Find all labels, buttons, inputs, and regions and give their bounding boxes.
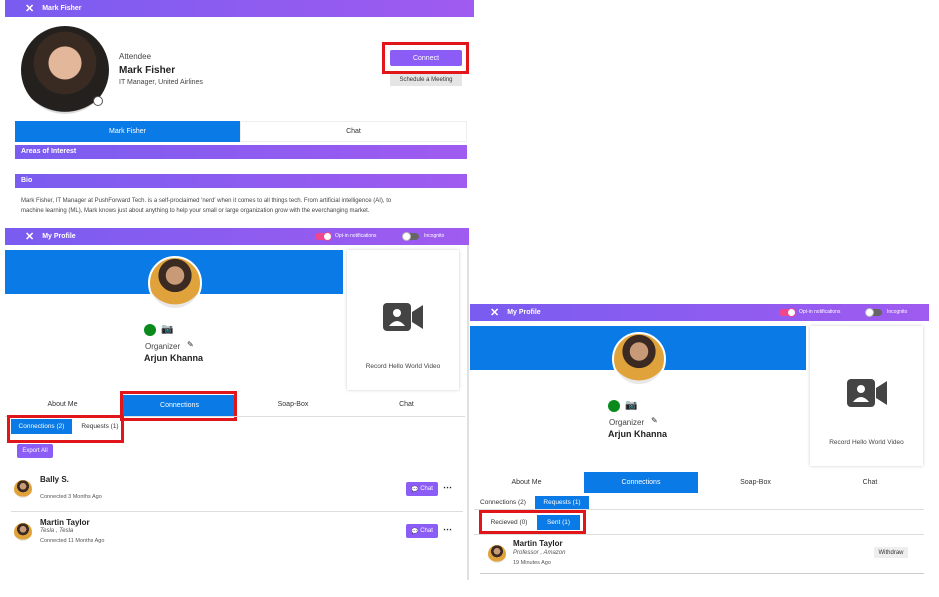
connection-detail: Tesla , Tesla — [40, 528, 74, 534]
profile-role: Organizer — [609, 418, 645, 427]
request-time: 19 Minutes Ago — [513, 560, 551, 566]
profile-right-header: ✕ My Profile — [470, 304, 929, 321]
video-card[interactable]: Record Hello World Video — [810, 326, 923, 466]
attendee-header-title: Mark Fisher — [42, 5, 82, 12]
connection-time: Connected 11 Months Ago — [40, 538, 105, 544]
connection-name: Bally S. — [40, 475, 69, 484]
tab-mark-fisher[interactable]: Mark Fisher — [15, 121, 240, 142]
avatar — [14, 480, 32, 498]
areas-of-interest-label: Areas of Interest — [21, 148, 77, 155]
withdraw-button[interactable]: Withdraw — [874, 547, 908, 558]
chat-button[interactable]: 💬 Chat — [406, 482, 438, 496]
profile-role: Organizer — [145, 342, 181, 351]
attendee-name: Mark Fisher — [119, 65, 176, 76]
profile-name: Arjun Khanna — [144, 353, 204, 363]
connection-name: Martin Taylor — [40, 518, 90, 527]
profile-name: Arjun Khanna — [608, 429, 668, 439]
optin-label: Opt-in notifications — [335, 233, 377, 239]
camera-icon[interactable]: 📷 — [161, 324, 173, 335]
video-card[interactable]: Record Hello World Video — [347, 250, 459, 390]
tab-soap-box[interactable]: Soap-Box — [237, 395, 349, 413]
camera-icon[interactable]: 📷 — [625, 400, 637, 411]
row-divider — [480, 573, 924, 574]
bio-bar: Bio — [15, 174, 467, 188]
video-label: Record Hello World Video — [365, 363, 441, 370]
highlight-subtabs — [7, 415, 124, 443]
avatar — [14, 523, 32, 541]
highlight-req-tabs — [479, 510, 586, 534]
more-icon[interactable]: ⋯ — [443, 524, 453, 535]
avatar — [488, 545, 506, 563]
chat-button[interactable]: 💬 Chat — [406, 524, 438, 538]
incognito-toggle[interactable] — [402, 232, 419, 241]
request-name: Martin Taylor — [513, 539, 563, 548]
subtab-connections[interactable]: Connections (2) — [474, 496, 532, 509]
tab-connections[interactable]: Connections — [584, 472, 698, 493]
row-divider — [11, 511, 463, 512]
req-tab-underline — [474, 534, 924, 535]
online-dot — [144, 324, 156, 336]
tab-about-me[interactable]: About Me — [5, 395, 120, 413]
edit-icon[interactable]: ✎ — [187, 340, 194, 349]
close-icon[interactable]: ✕ — [25, 230, 34, 243]
tab-chat[interactable]: Chat — [813, 472, 927, 493]
tab-about-me[interactable]: About Me — [470, 472, 583, 493]
attendee-header: ✕ Mark Fisher — [5, 0, 474, 17]
optin-label: Opt-in notifications — [799, 309, 841, 315]
export-all-button[interactable]: Export All — [17, 444, 53, 458]
request-detail: Professor , Amazon — [513, 550, 566, 556]
connection-time: Connected 3 Months Ago — [40, 494, 102, 500]
profile-right: ✕ My Profile Opt-in notifications Incogn… — [470, 304, 929, 591]
attendee-subtitle: IT Manager, United Airlines — [119, 79, 203, 86]
tab-chat[interactable]: Chat — [349, 395, 464, 413]
bio-text-1: Mark Fisher, IT Manager at PushForward T… — [21, 198, 392, 204]
close-icon[interactable]: ✕ — [490, 306, 499, 319]
video-camera-icon — [383, 300, 423, 334]
edit-icon[interactable]: ✎ — [651, 416, 658, 425]
profile-right-title: My Profile — [507, 309, 541, 316]
incognito-toggle[interactable] — [865, 308, 882, 317]
video-camera-icon — [847, 376, 887, 410]
incognito-label: Incognito — [424, 233, 445, 239]
avatar — [612, 332, 666, 386]
incognito-label: Incognito — [887, 309, 908, 315]
profile-left-title: My Profile — [42, 233, 76, 240]
attendee-card: ✕ Mark Fisher Attendee Mark Fisher IT Ma… — [5, 0, 474, 230]
status-dot — [93, 96, 103, 106]
close-icon[interactable]: ✕ — [25, 2, 34, 15]
more-icon[interactable]: ⋯ — [443, 482, 453, 493]
attendee-role: Attendee — [119, 52, 152, 61]
optin-toggle[interactable] — [315, 232, 332, 241]
tab-soap-box[interactable]: Soap-Box — [698, 472, 813, 493]
online-dot — [608, 400, 620, 412]
areas-of-interest-bar: Areas of Interest — [15, 145, 467, 159]
avatar — [148, 256, 202, 310]
schedule-button[interactable]: Schedule a Meeting — [390, 74, 462, 86]
profile-left: ✕ My Profile Opt-in notifications Incogn… — [5, 228, 469, 580]
bio-label: Bio — [21, 177, 33, 184]
highlight-connect — [382, 42, 469, 74]
optin-toggle[interactable] — [779, 308, 796, 317]
subtab-requests[interactable]: Requests (1) — [535, 496, 589, 509]
bio-text-2: machine learning (ML), Mark knows just a… — [21, 208, 370, 214]
video-label: Record Hello World Video — [829, 439, 904, 446]
profile-left-header: ✕ My Profile — [5, 228, 469, 245]
tab-chat[interactable]: Chat — [240, 121, 467, 142]
